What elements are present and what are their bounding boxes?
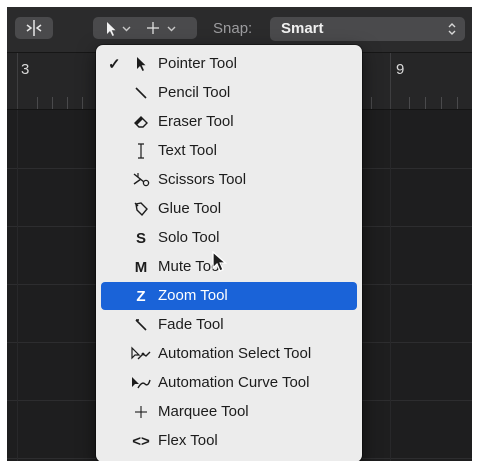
beat-tick — [371, 97, 372, 109]
menu-item-fade-tool[interactable]: Fade Tool — [101, 311, 357, 339]
grid-line — [390, 110, 391, 461]
bar-line — [17, 53, 18, 109]
menu-item-flex-tool[interactable]: <> Flex Tool — [101, 427, 357, 455]
crosshair-icon — [147, 22, 159, 34]
pencil-icon — [129, 82, 153, 104]
menu-item-scissors-tool[interactable]: Scissors Tool — [101, 166, 357, 194]
snap-select[interactable]: Smart — [270, 17, 465, 41]
menu-item-mute-tool[interactable]: M Mute Tool — [101, 253, 357, 281]
menu-item-label: Fade Tool — [158, 316, 224, 333]
automation-select-icon — [129, 343, 153, 365]
mute-icon: M — [134, 258, 148, 276]
flex-icon: <> — [132, 432, 150, 450]
bar-number: 3 — [21, 61, 30, 78]
menu-item-label: Flex Tool — [158, 432, 218, 449]
beat-tick — [425, 97, 426, 109]
chevron-down-icon — [122, 26, 131, 32]
tracks-window: Snap: Smart 3 9 ✓ Pointer Tool Pencil To… — [7, 7, 472, 461]
tool-menus[interactable] — [93, 17, 197, 39]
snap-label: Snap: — [213, 20, 253, 37]
menu-item-label: Solo Tool — [158, 229, 220, 246]
playhead-icon — [26, 20, 42, 36]
menu-item-label: Automation Curve Tool — [158, 374, 310, 391]
beat-tick — [82, 97, 83, 109]
menu-item-label: Zoom Tool — [158, 287, 228, 304]
menu-item-zoom-tool[interactable]: Z Zoom Tool — [101, 282, 357, 310]
menu-item-text-tool[interactable]: Text Tool — [101, 137, 357, 165]
menu-item-eraser-tool[interactable]: Eraser Tool — [101, 108, 357, 136]
up-down-chevron-icon — [448, 23, 456, 35]
menu-item-label: Glue Tool — [158, 200, 222, 217]
snap-value: Smart — [281, 20, 324, 37]
automation-curve-icon — [129, 372, 153, 394]
menu-item-automation-select-tool[interactable]: Automation Select Tool — [101, 340, 357, 368]
marquee-tool-menu-button[interactable] — [147, 22, 176, 34]
menu-item-label: Text Tool — [158, 142, 217, 159]
glue-icon — [129, 198, 153, 220]
chevron-down-icon — [167, 26, 176, 32]
menu-item-pointer-tool[interactable]: ✓ Pointer Tool — [101, 50, 357, 78]
beat-tick — [52, 97, 53, 109]
beat-tick — [37, 97, 38, 109]
menu-item-label: Automation Select Tool — [158, 345, 312, 362]
pointer-tool-menu-button[interactable] — [107, 22, 131, 36]
menu-item-label: Eraser Tool — [158, 113, 234, 130]
grid-line — [17, 110, 18, 461]
menu-item-marquee-tool[interactable]: Marquee Tool — [101, 398, 357, 426]
text-cursor-icon — [129, 140, 153, 162]
menu-item-glue-tool[interactable]: Glue Tool — [101, 195, 357, 223]
marquee-icon — [129, 401, 153, 423]
checkmark-icon: ✓ — [108, 56, 121, 73]
menu-item-label: Scissors Tool — [158, 171, 247, 188]
pointer-icon — [107, 22, 116, 36]
eraser-icon — [129, 111, 153, 133]
solo-icon: S — [135, 229, 146, 247]
bar-line — [390, 53, 391, 109]
pointer-icon — [129, 53, 153, 75]
menu-item-label: Pencil Tool — [158, 84, 231, 101]
menu-item-pencil-tool[interactable]: Pencil Tool — [101, 79, 357, 107]
beat-tick — [409, 97, 410, 109]
bar-number: 9 — [396, 61, 405, 78]
tool-menu: ✓ Pointer Tool Pencil Tool Eraser Tool T… — [96, 45, 362, 461]
fade-icon — [129, 314, 153, 336]
beat-tick — [441, 97, 442, 109]
catch-playhead-button[interactable] — [15, 17, 53, 39]
menu-item-label: Pointer Tool — [158, 55, 237, 72]
beat-tick — [67, 97, 68, 109]
menu-item-label: Marquee Tool — [158, 403, 249, 420]
menu-item-automation-curve-tool[interactable]: Automation Curve Tool — [101, 369, 357, 397]
mouse-cursor-icon — [212, 251, 228, 272]
menu-item-solo-tool[interactable]: S Solo Tool — [101, 224, 357, 252]
zoom-icon: Z — [136, 287, 146, 305]
beat-tick — [457, 97, 458, 109]
scissors-icon — [129, 169, 153, 191]
